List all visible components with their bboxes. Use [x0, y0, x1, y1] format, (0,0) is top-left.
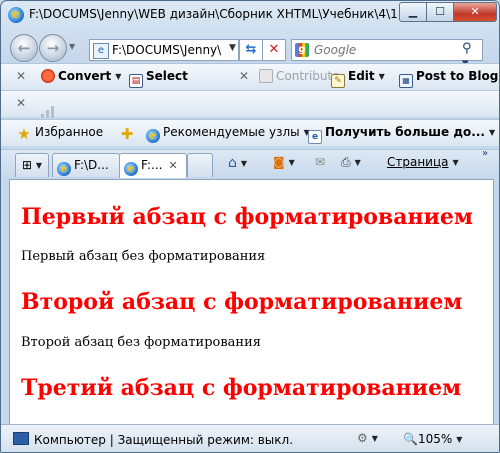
- security-icon[interactable]: ⚙ ▼: [357, 431, 378, 447]
- star-icon: ★: [17, 125, 31, 143]
- status-bar: Компьютер | Защищенный режим: выкл. ⚙ ▼ 🔍…: [1, 424, 499, 452]
- secondary-toolbar: ✕: [1, 90, 499, 117]
- tab-2-active[interactable]: e F:... ✕: [119, 153, 187, 178]
- favorites-bar: ★ Избранное ✚ e Рекомендуемые узлы ▼ e Получ…: [1, 119, 499, 146]
- rss-icon[interactable]: ◙ ▼: [273, 155, 295, 171]
- add-favorite-button[interactable]: ✚: [119, 125, 138, 143]
- refresh-icon[interactable]: ⇆: [239, 39, 263, 61]
- close-window-button[interactable]: ✕: [453, 2, 497, 22]
- zoom-control[interactable]: 🔍105% ▼: [403, 432, 462, 446]
- get-more-addons-button[interactable]: e Получить больше до... ▼: [308, 125, 495, 144]
- close-toolbar3-icon[interactable]: ✕: [16, 96, 26, 112]
- favorites-button[interactable]: ★ Избранное: [16, 125, 103, 143]
- close-tab-icon[interactable]: ✕: [168, 159, 177, 172]
- page-icon: e: [93, 43, 109, 59]
- paragraph-second: Второй абзац без форматирования: [21, 335, 261, 350]
- suggested-sites-button[interactable]: e Рекомендуемые узлы ▼: [146, 125, 310, 143]
- signal-icon: [41, 104, 63, 118]
- edit-icon: ✎: [331, 74, 345, 88]
- page-menu[interactable]: Страница ▼: [387, 155, 459, 171]
- close-toolbar-icon[interactable]: ✕: [16, 69, 26, 85]
- contribute-button[interactable]: Contribute: [259, 69, 340, 85]
- ie-icon: e: [124, 162, 138, 176]
- page-content: Первый абзац с форматированием Первый аб…: [9, 179, 494, 425]
- minimize-button[interactable]: ▁: [399, 2, 427, 22]
- ie-icon: e: [57, 162, 71, 176]
- heading-second: Второй абзац с форматированием: [21, 289, 463, 315]
- add-favorite-icon: ✚: [120, 125, 134, 143]
- zoom-icon: 🔍: [403, 432, 418, 446]
- page-icon: e: [308, 130, 322, 144]
- mail-icon[interactable]: ✉: [315, 155, 325, 171]
- google-icon[interactable]: g: [295, 43, 309, 57]
- ie-icon: e: [146, 129, 160, 143]
- title-bar: e F:\DOCUMS\Jenny\WEB дизайн\Сборник XHT…: [1, 1, 499, 29]
- maximize-button[interactable]: ☐: [426, 2, 454, 22]
- paragraph-first: Первый абзац без форматирования: [21, 249, 266, 264]
- select-button[interactable]: ▤ Select: [129, 69, 188, 88]
- window-title: F:\DOCUMS\Jenny\WEB дизайн\Сборник XHTML…: [29, 7, 426, 21]
- post-to-blog-button[interactable]: ▦ Post to Blog: [399, 69, 498, 88]
- print-icon[interactable]: ⎙ ▼: [341, 155, 361, 171]
- select-icon: ▤: [129, 74, 143, 88]
- ie-logo-icon: e: [8, 7, 24, 23]
- status-zone: Компьютер | Защищенный режим: выкл.: [13, 432, 293, 447]
- forward-icon[interactable]: →: [39, 34, 67, 62]
- more-commands-icon[interactable]: »: [482, 148, 488, 164]
- back-icon[interactable]: ←: [10, 34, 38, 62]
- convert-icon: [41, 69, 55, 83]
- recent-pages-dropdown[interactable]: ▼: [69, 42, 75, 51]
- address-dropdown-icon[interactable]: ▼: [229, 43, 236, 53]
- quick-tabs-button[interactable]: ⊞ ▼: [15, 153, 49, 177]
- contribute-icon: [259, 69, 273, 83]
- home-icon[interactable]: ⌂ ▼: [228, 155, 247, 171]
- search-box[interactable]: g ⚲ ▾: [291, 39, 483, 71]
- blog-icon: ▦: [399, 74, 413, 88]
- tab-1[interactable]: e F:\D...: [52, 153, 120, 177]
- close-toolbar2-icon[interactable]: ✕: [239, 69, 249, 85]
- stop-icon[interactable]: ✕: [262, 39, 286, 61]
- browser-window: e F:\DOCUMS\Jenny\WEB дизайн\Сборник XHT…: [0, 0, 500, 453]
- heading-first: Первый абзац с форматированием: [21, 204, 473, 230]
- edit-button[interactable]: ✎ Edit ▼: [331, 69, 385, 88]
- address-bar[interactable]: e ▼: [89, 39, 239, 61]
- search-input[interactable]: [314, 42, 444, 58]
- heading-third: Третий абзац с форматированием: [21, 375, 462, 401]
- plugin-toolbar: ✕ Convert ▼ ▤ Select ✕ Contribute ✎ Edit ▼ ▦…: [1, 63, 499, 90]
- convert-button[interactable]: Convert ▼: [41, 69, 121, 85]
- address-input[interactable]: [112, 42, 224, 58]
- computer-icon: [13, 432, 29, 445]
- tab-bar: ⊞ ▼ e F:\D... e F:... ✕ ⌂ ▼ ◙ ▼ ✉ ⎙ ▼ Страница…: [1, 148, 499, 178]
- new-tab-button[interactable]: [187, 153, 213, 177]
